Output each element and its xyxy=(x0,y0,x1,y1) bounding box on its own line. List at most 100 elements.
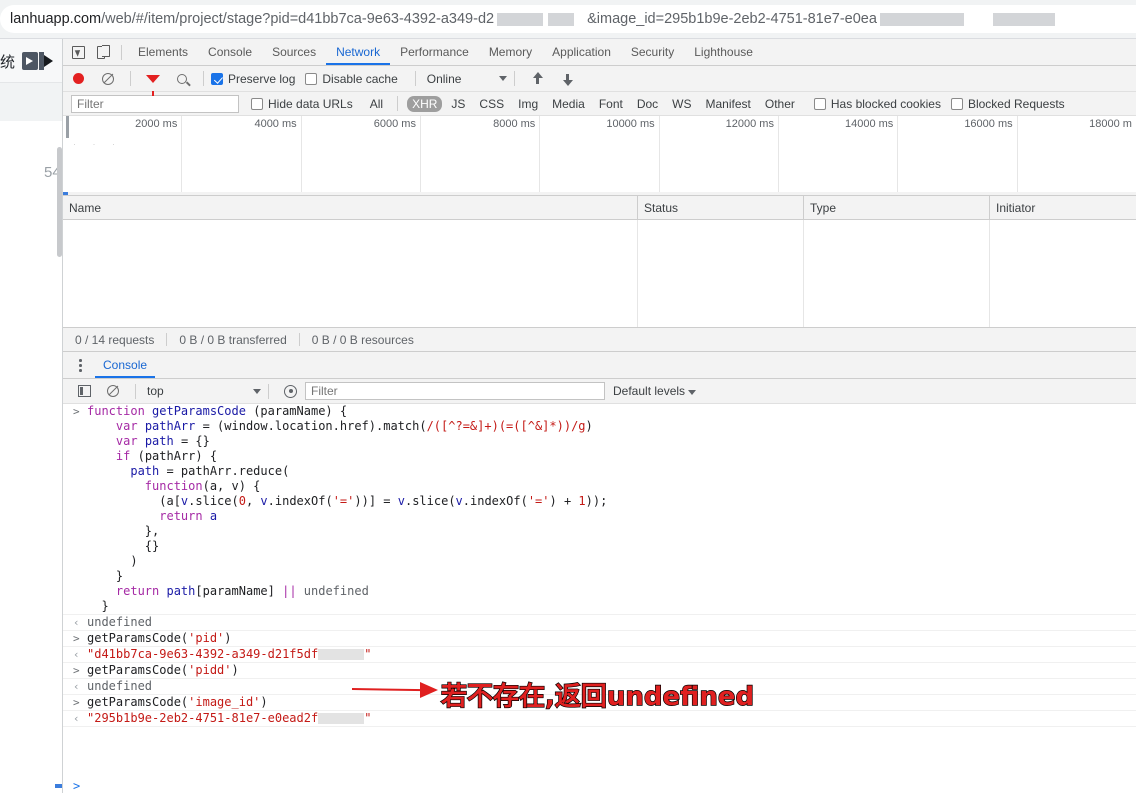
console-filter-input[interactable] xyxy=(305,382,605,400)
console-input-marker: > xyxy=(73,405,80,418)
url-input[interactable]: lanhuapp.com/web/#/item/project/stage?pi… xyxy=(0,5,1136,33)
console-input-line: {} xyxy=(63,539,1136,554)
search-icon[interactable] xyxy=(177,73,187,84)
record-button[interactable] xyxy=(73,73,84,84)
clear-requests-icon[interactable] xyxy=(102,72,114,85)
console-token: , xyxy=(245,494,261,508)
console-line-text: getParamsCode('image_id') xyxy=(87,695,268,710)
console-token: ) xyxy=(585,419,593,433)
console-token: undefined xyxy=(303,584,369,598)
type-filter-doc[interactable]: Doc xyxy=(632,96,663,112)
disable-cache-checkbox[interactable] xyxy=(305,72,318,85)
type-filter-img[interactable]: Img xyxy=(513,96,543,112)
toolbar-divider xyxy=(514,71,516,86)
hide-data-urls-checkbox[interactable] xyxy=(251,97,263,110)
network-table-body[interactable] xyxy=(63,220,1136,327)
console-token: ) xyxy=(231,663,239,677)
play-icon xyxy=(22,52,38,70)
network-requests-table: Name Status Type Initiator xyxy=(63,196,1136,327)
column-header-name[interactable]: Name xyxy=(63,196,638,219)
timeline-selection-handle[interactable] xyxy=(66,116,69,138)
network-overview-timeline[interactable]: 2000 ms 4000 ms 6000 ms 8000 ms 10000 ms… xyxy=(63,116,1136,196)
console-token: "295b1b9e-2eb2-4751-81e7-e0ead2f xyxy=(87,711,319,725)
tab-network[interactable]: Network xyxy=(326,39,390,65)
type-filter-manifest[interactable]: Manifest xyxy=(701,96,756,112)
clear-console-icon[interactable] xyxy=(107,385,119,397)
type-filter-css[interactable]: CSS xyxy=(474,96,509,112)
transferred-size: 0 B / 0 B transferred xyxy=(179,332,287,347)
kebab-menu-icon[interactable] xyxy=(73,357,87,373)
console-input-line: (a[v.slice(0, v.indexOf('='))] = v.slice… xyxy=(63,494,1136,509)
type-filter-font[interactable]: Font xyxy=(594,96,628,112)
network-filter-input[interactable] xyxy=(71,94,239,113)
tab-elements[interactable]: Elements xyxy=(128,39,198,65)
disable-cache-label[interactable]: Disable cache xyxy=(322,72,397,86)
console-token: v xyxy=(260,494,268,508)
drawer-tab-console[interactable]: Console xyxy=(95,352,155,378)
preserve-log-checkbox[interactable] xyxy=(211,72,223,85)
console-redaction xyxy=(318,649,365,660)
type-filter-ws[interactable]: WS xyxy=(667,96,696,112)
console-line-text: "d41bb7ca-9e63-4392-a349-d21f5df " xyxy=(87,647,371,662)
url-query-image-id: &image_id=295b1b9e-2eb2-4751-81e7-e0ea xyxy=(587,11,877,27)
tab-memory[interactable]: Memory xyxy=(479,39,542,65)
import-har-icon[interactable] xyxy=(531,71,544,86)
console-token: .indexOf( xyxy=(267,494,333,508)
export-har-icon[interactable] xyxy=(561,72,574,86)
url-path: /web/#/item/project/stage?pid=d41bb7ca-9… xyxy=(101,11,495,27)
blocked-requests-label[interactable]: Blocked Requests xyxy=(968,97,1065,111)
console-token xyxy=(87,584,116,598)
console-output-line: ‹ "d41bb7ca-9e63-4392-a349-d21f5df " xyxy=(63,647,1136,663)
console-line-text: return path[paramName] || undefined xyxy=(87,584,369,599)
console-prompt[interactable]: > xyxy=(63,775,1136,793)
toolbar-divider xyxy=(414,71,416,86)
chevron-down-icon[interactable] xyxy=(253,388,261,394)
column-header-status[interactable]: Status xyxy=(638,196,804,219)
console-token xyxy=(87,449,116,463)
device-toolbar-icon[interactable] xyxy=(91,40,115,64)
tab-lighthouse[interactable]: Lighthouse xyxy=(684,39,763,65)
log-levels-label: Default levels xyxy=(613,384,686,398)
console-line-text: {} xyxy=(87,539,159,554)
type-filter-media[interactable]: Media xyxy=(547,96,590,112)
chevron-down-icon[interactable] xyxy=(499,76,508,81)
live-expression-icon[interactable] xyxy=(284,384,297,398)
console-line-text: getParamsCode('pid') xyxy=(87,631,232,646)
type-filter-all[interactable]: All xyxy=(365,96,388,112)
throttling-select[interactable]: Online xyxy=(427,72,462,86)
console-line-text: } xyxy=(87,569,123,584)
console-token: } xyxy=(87,599,109,613)
console-line-text: if (pathArr) { xyxy=(87,449,217,464)
tab-sources[interactable]: Sources xyxy=(262,39,326,65)
timeline-tick-label: 16000 ms xyxy=(964,118,1013,130)
tab-console[interactable]: Console xyxy=(198,39,262,65)
has-blocked-cookies-label[interactable]: Has blocked cookies xyxy=(831,97,941,111)
type-filter-js[interactable]: JS xyxy=(446,96,470,112)
log-levels-select[interactable]: Default levels xyxy=(613,384,697,398)
console-output[interactable]: > function getParamsCode (paramName) { va… xyxy=(63,404,1136,775)
console-token: getParamsCode( xyxy=(87,663,189,677)
console-line-text: ) xyxy=(87,554,137,569)
preserve-log-label[interactable]: Preserve log xyxy=(228,72,295,86)
chevron-down-icon[interactable] xyxy=(688,390,697,395)
type-filter-other[interactable]: Other xyxy=(760,96,800,112)
console-output-marker: ‹ xyxy=(73,648,80,661)
has-blocked-cookies-checkbox[interactable] xyxy=(813,97,826,110)
column-header-initiator[interactable]: Initiator xyxy=(990,196,1136,219)
tab-performance[interactable]: Performance xyxy=(390,39,479,65)
type-filter-xhr[interactable]: XHR xyxy=(407,95,443,112)
execution-context-select[interactable]: top xyxy=(143,384,253,398)
browser-url-bar: lanhuapp.com/web/#/item/project/stage?pi… xyxy=(0,0,1136,39)
inspect-element-icon[interactable] xyxy=(67,40,91,64)
tab-security[interactable]: Security xyxy=(621,39,684,65)
hide-data-urls-label[interactable]: Hide data URLs xyxy=(268,97,353,111)
filter-icon[interactable] xyxy=(146,74,160,96)
tab-application[interactable]: Application xyxy=(542,39,621,65)
console-sidebar-icon[interactable] xyxy=(78,385,91,397)
column-header-type[interactable]: Type xyxy=(804,196,990,219)
page-text-fragment: 统 xyxy=(0,53,16,71)
blocked-requests-checkbox[interactable] xyxy=(950,97,963,110)
console-redaction xyxy=(318,713,365,724)
console-token: undefined xyxy=(87,615,153,629)
console-token: undefined xyxy=(87,679,153,693)
